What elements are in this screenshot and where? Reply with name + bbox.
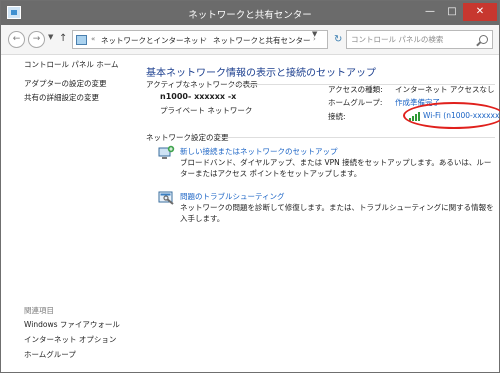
- troubleshoot-icon: [158, 191, 174, 205]
- sidebar-item-adapter-settings[interactable]: アダプターの設定の変更: [24, 78, 107, 89]
- sidebar: コントロール パネル ホーム アダプターの設定の変更 共有の詳細設定の変更 関連…: [1, 56, 141, 372]
- up-arrow-icon[interactable]: ↑: [59, 33, 67, 44]
- search-box[interactable]: [346, 30, 493, 49]
- new-connection-icon: [158, 145, 175, 159]
- address-dropdown-chevron-icon[interactable]: ▼: [312, 30, 317, 38]
- title-bar[interactable]: ネットワークと共有センター — □ ✕: [1, 1, 499, 25]
- network-name: n1000- xxxxxx -x: [160, 92, 237, 101]
- search-icon[interactable]: [479, 35, 488, 44]
- minimize-button[interactable]: —: [419, 3, 441, 21]
- breadcrumb-sharing-center[interactable]: ネットワークと共有センター: [213, 35, 311, 46]
- address-toolbar: ← → ▼ ↑ « ネットワークとインターネット › ネットワークと共有センター…: [1, 25, 499, 55]
- access-type-label: アクセスの種類:: [328, 85, 383, 94]
- setup-new-connection-link[interactable]: 新しい接続またはネットワークのセットアップ: [180, 146, 338, 157]
- connection-label: 接続:: [328, 112, 346, 121]
- refresh-icon[interactable]: ↻: [334, 34, 342, 45]
- see-also-heading: 関連項目: [24, 306, 54, 315]
- breadcrumb-network-internet[interactable]: ネットワークとインターネット: [101, 35, 206, 46]
- homegroup-label: ホームグループ:: [328, 98, 383, 107]
- recent-locations-chevron-icon[interactable]: ▼: [48, 33, 53, 41]
- network-type[interactable]: プライベート ネットワーク: [160, 105, 252, 116]
- highlight-annotation: [403, 102, 500, 129]
- see-also-homegroup[interactable]: ホームグループ: [24, 349, 76, 360]
- troubleshoot-description: ネットワークの問題を診断して修復します。または、トラブルシューティングに関する情…: [180, 203, 494, 223]
- access-type-value: インターネット アクセスなし: [395, 85, 495, 94]
- main-content: 基本ネットワーク情報の表示と接続のセットアップ アクティブなネットワークの表示 …: [141, 56, 500, 372]
- page-title: 基本ネットワーク情報の表示と接続のセットアップ: [146, 68, 376, 79]
- forward-button[interactable]: →: [28, 31, 45, 48]
- sidebar-item-advanced-sharing[interactable]: 共有の詳細設定の変更: [24, 92, 99, 103]
- back-button[interactable]: ←: [8, 31, 25, 48]
- sidebar-control-panel-home[interactable]: コントロール パネル ホーム: [24, 59, 119, 70]
- see-also-internet-options[interactable]: インターネット オプション: [24, 334, 116, 345]
- section-divider: [219, 137, 495, 138]
- change-settings-label: ネットワーク設定の変更: [146, 133, 229, 142]
- breadcrumb-overflow[interactable]: «: [91, 35, 95, 43]
- breadcrumb-separator-icon[interactable]: ›: [204, 35, 207, 43]
- setup-new-connection-description: ブロードバンド、ダイヤルアップ、または VPN 接続をセットアップします。あるい…: [180, 158, 492, 178]
- network-sharing-center-window: ネットワークと共有センター — □ ✕ ← → ▼ ↑ « ネットワークとインタ…: [0, 0, 500, 373]
- search-input[interactable]: [351, 35, 475, 44]
- maximize-button[interactable]: □: [441, 3, 463, 21]
- close-button[interactable]: ✕: [463, 3, 497, 21]
- control-panel-icon: [76, 35, 87, 45]
- troubleshoot-link[interactable]: 問題のトラブルシューティング: [180, 191, 285, 202]
- address-bar[interactable]: « ネットワークとインターネット › ネットワークと共有センター ›: [72, 30, 328, 49]
- see-also-windows-firewall[interactable]: Windows ファイアウォール: [24, 319, 120, 330]
